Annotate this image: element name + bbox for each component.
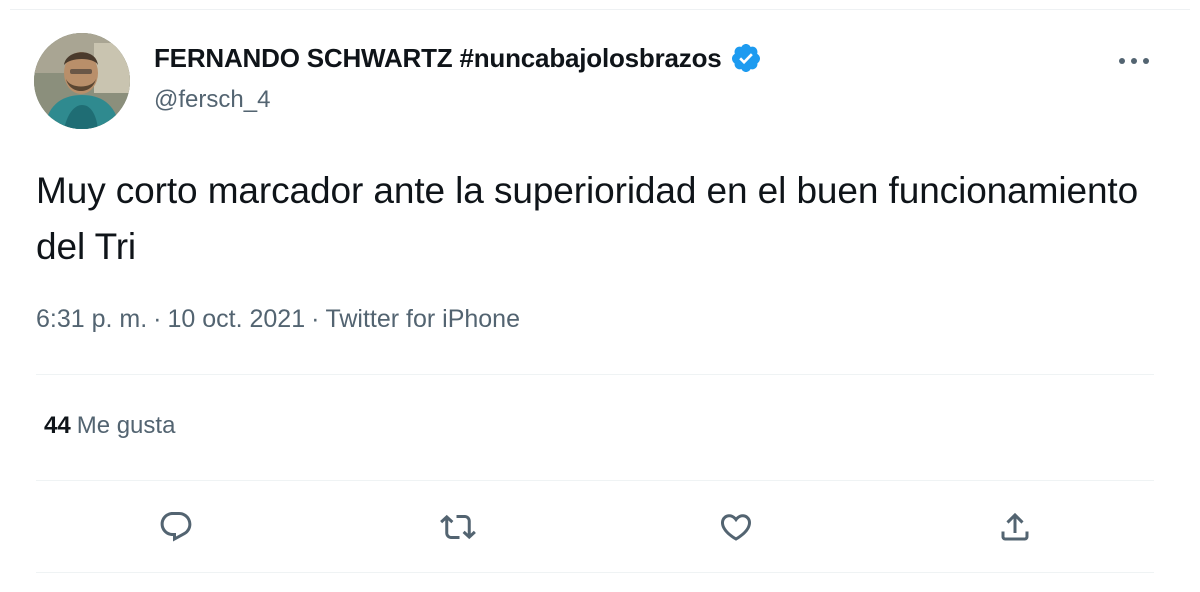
like-button[interactable]: [714, 505, 758, 549]
tweet-time[interactable]: 6:31 p. m.: [36, 305, 147, 333]
divider: [36, 480, 1154, 481]
divider: [36, 572, 1154, 573]
meta-separator: ·: [311, 305, 320, 333]
more-horizontal-icon: [1119, 58, 1149, 64]
heart-icon: [720, 514, 752, 541]
divider: [36, 374, 1154, 375]
retweet-button[interactable]: [436, 505, 480, 549]
user-handle[interactable]: @fersch_4: [154, 86, 270, 114]
share-button[interactable]: [993, 505, 1037, 549]
avatar[interactable]: [34, 33, 130, 129]
tweet-source[interactable]: Twitter for iPhone: [325, 305, 520, 333]
display-name-text: FERNANDO SCHWARTZ #nuncabajolosbrazos: [154, 42, 722, 73]
tweet-card: FERNANDO SCHWARTZ #nuncabajolosbrazos @f…: [0, 0, 1200, 592]
top-divider: [10, 9, 1190, 10]
likes-label: Me gusta: [76, 412, 176, 439]
tweet-date[interactable]: 10 oct. 2021: [168, 305, 306, 333]
retweet-icon: [440, 514, 476, 540]
reply-icon: [160, 512, 192, 542]
display-name[interactable]: FERNANDO SCHWARTZ #nuncabajolosbrazos: [154, 42, 762, 74]
reply-button[interactable]: [154, 505, 198, 549]
more-options-button[interactable]: [1112, 46, 1156, 76]
likes-stat[interactable]: 44 Me gusta: [44, 412, 175, 440]
likes-count: 44: [44, 412, 71, 439]
share-icon: [1001, 512, 1029, 541]
tweet-meta: 6:31 p. m. · 10 oct. 2021 · Twitter for iPho…: [36, 305, 520, 334]
tweet-text: Muy corto marcador ante la superioridad …: [36, 170, 1139, 267]
verified-badge-icon: [730, 42, 762, 74]
meta-separator: ·: [153, 305, 162, 333]
